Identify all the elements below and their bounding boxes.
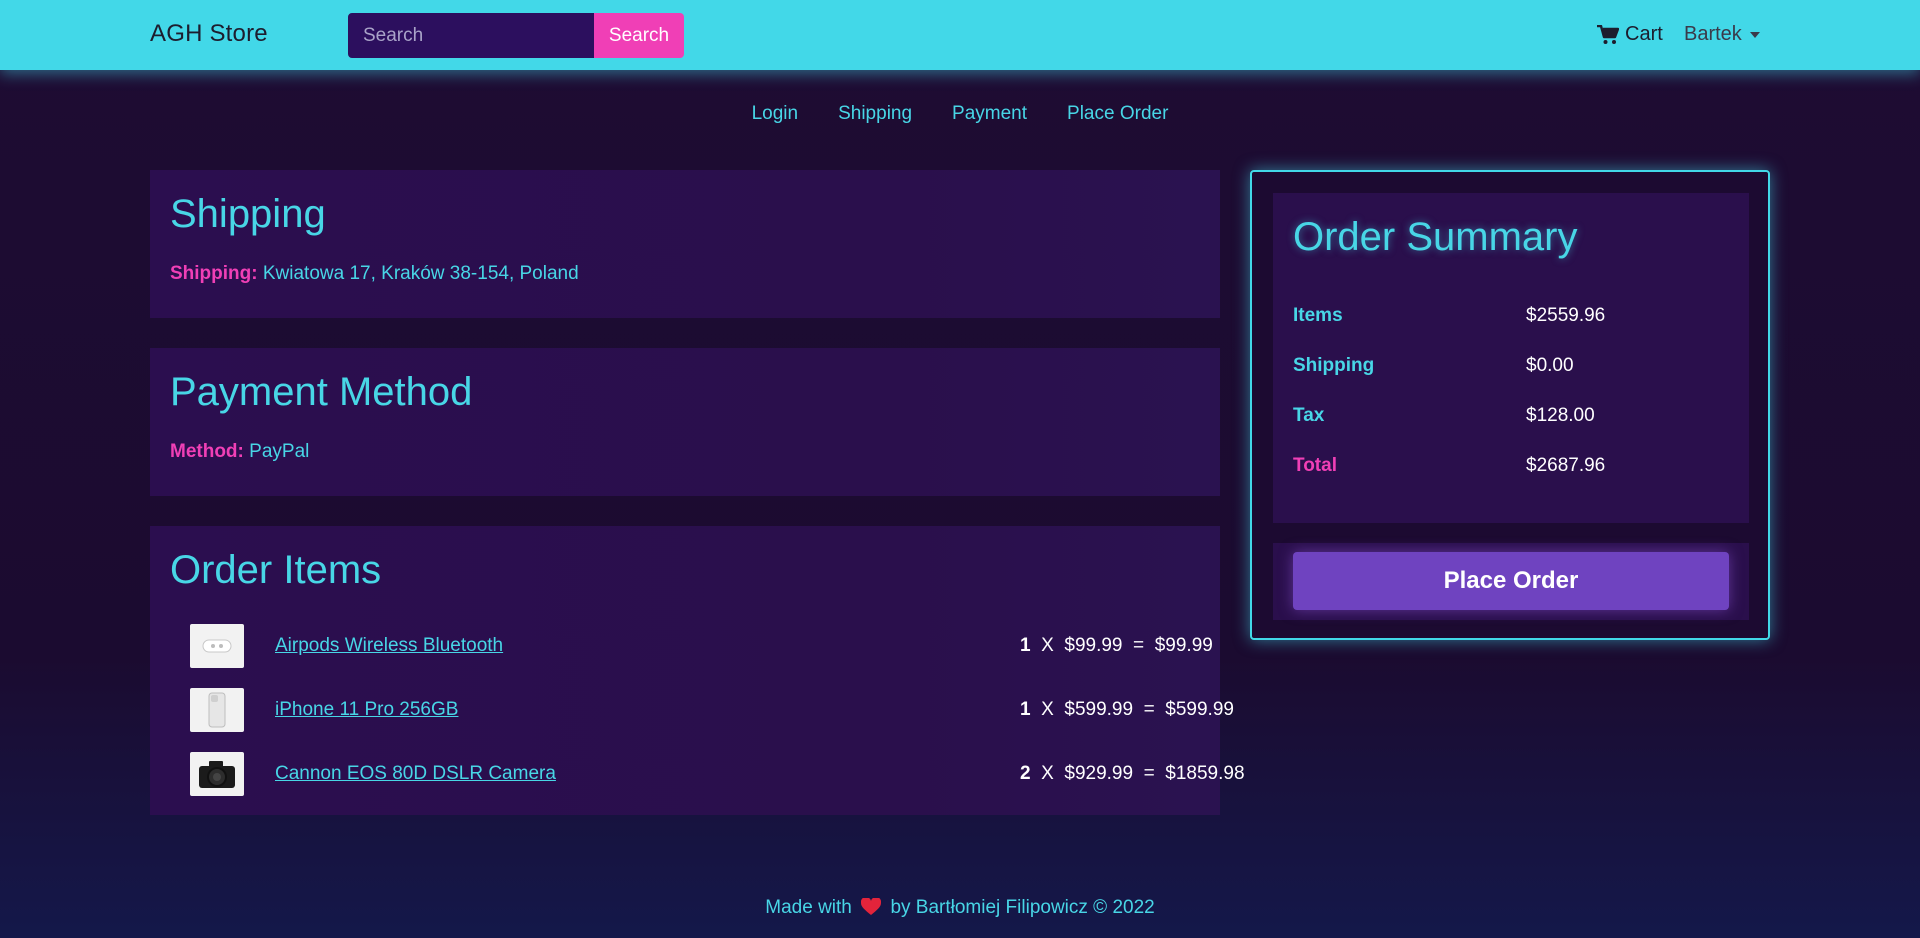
summary-label: Items <box>1293 305 1343 326</box>
item-price: $929.99 <box>1064 763 1134 784</box>
footer-prefix: Made with <box>765 897 852 918</box>
item-subtotal: $99.99 <box>1154 635 1213 656</box>
heart-icon <box>861 896 882 919</box>
airpods-icon <box>190 624 244 668</box>
user-dropdown[interactable]: Bartek <box>1684 23 1760 46</box>
cart-link[interactable]: Cart <box>1597 23 1663 46</box>
item-qty: 1 <box>1020 699 1031 720</box>
place-order-button[interactable]: Place Order <box>1293 552 1729 610</box>
iphone-icon <box>190 688 244 732</box>
item-qty: 2 <box>1020 763 1031 784</box>
summary-label: Shipping <box>1293 355 1375 376</box>
cart-icon <box>1597 24 1619 45</box>
payment-title: Payment Method <box>170 370 473 414</box>
order-summary-panel: Order Summary Items $2559.96 Shipping $0… <box>1250 170 1770 640</box>
item-subtotal: $599.99 <box>1165 699 1234 720</box>
shipping-address-line: Shipping: Kwiatowa 17, Kraków 38-154, Po… <box>170 263 579 285</box>
order-item-row: Airpods Wireless Bluetooth 1 X $99.99 = … <box>190 624 1213 668</box>
order-item-calculation: 1 X $599.99 = $599.99 <box>1020 699 1234 720</box>
step-place-order[interactable]: Place Order <box>1047 103 1188 125</box>
order-item-link[interactable]: iPhone 11 Pro 256GB <box>275 699 458 721</box>
order-item-calculation: 1 X $99.99 = $99.99 <box>1020 635 1213 656</box>
item-qty: 1 <box>1020 635 1031 656</box>
order-item-link[interactable]: Cannon EOS 80D DSLR Camera <box>275 763 556 785</box>
checkout-steps: Login Shipping Payment Place Order <box>0 103 1920 125</box>
camera-icon <box>190 752 244 796</box>
item-price: $99.99 <box>1064 635 1123 656</box>
user-name: Bartek <box>1684 23 1742 45</box>
navbar: AGH Store Search Cart Bartek <box>0 0 1920 70</box>
payment-method-line: Method: PayPal <box>170 441 309 463</box>
summary-value: $128.00 <box>1526 405 1595 426</box>
payment-label: Method: <box>170 441 244 462</box>
cart-label: Cart <box>1625 23 1663 45</box>
order-item-row: iPhone 11 Pro 256GB 1 X $599.99 = $599.9… <box>190 688 1234 732</box>
step-login[interactable]: Login <box>732 103 819 125</box>
order-item-link[interactable]: Airpods Wireless Bluetooth <box>275 635 503 657</box>
chevron-down-icon <box>1749 31 1760 38</box>
summary-label: Tax <box>1293 405 1325 426</box>
shipping-label: Shipping: <box>170 263 258 284</box>
order-summary-content: Order Summary Items $2559.96 Shipping $0… <box>1273 193 1749 523</box>
summary-value: $2559.96 <box>1526 305 1606 326</box>
search-button[interactable]: Search <box>594 13 684 58</box>
item-subtotal: $1859.98 <box>1165 763 1245 784</box>
shipping-title: Shipping <box>170 192 326 236</box>
order-summary-title: Order Summary <box>1293 215 1578 259</box>
search-input[interactable] <box>348 13 594 58</box>
summary-label: Total <box>1293 455 1337 476</box>
order-item-calculation: 2 X $929.99 = $1859.98 <box>1020 763 1245 784</box>
step-payment[interactable]: Payment <box>932 103 1047 125</box>
footer: Made with by Bartłomiej Filipowicz © 202… <box>0 896 1920 919</box>
order-items-card: Order Items Airpods Wireless Bluetooth 1… <box>150 526 1245 815</box>
brand-logo[interactable]: AGH Store <box>150 20 268 48</box>
order-item-row: Cannon EOS 80D DSLR Camera 2 X $929.99 =… <box>190 752 1245 796</box>
shipping-card: Shipping Shipping: Kwiatowa 17, Kraków 3… <box>150 170 1220 318</box>
footer-credit: by Bartłomiej Filipowicz © 2022 <box>890 897 1155 918</box>
payment-method: PayPal <box>249 441 310 462</box>
summary-value: $2687.96 <box>1526 455 1606 476</box>
payment-card: Payment Method Method: PayPal <box>150 348 1220 496</box>
step-shipping[interactable]: Shipping <box>818 103 932 125</box>
item-price: $599.99 <box>1064 699 1134 720</box>
place-order-section: Place Order <box>1273 543 1749 620</box>
order-items-title: Order Items <box>170 548 382 592</box>
shipping-address: Kwiatowa 17, Kraków 38-154, Poland <box>262 263 579 284</box>
summary-value: $0.00 <box>1526 355 1574 376</box>
